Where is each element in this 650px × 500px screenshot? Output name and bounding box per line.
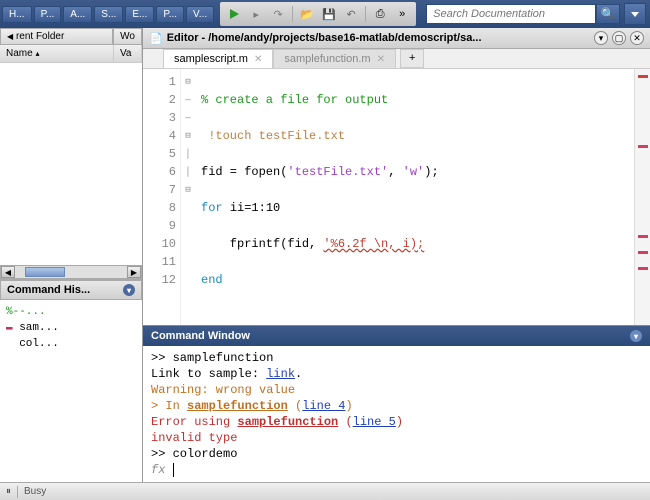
editor-titlebar: 📄 Editor - /home/andy/projects/base16-ma…	[143, 28, 650, 49]
command-history-body: %--... ▬ sam... col...	[0, 300, 142, 356]
tab-samplescript[interactable]: samplescript.m✕	[163, 49, 273, 68]
search-button[interactable]: 🔍	[596, 4, 620, 24]
tab-samplefunction[interactable]: samplefunction.m✕	[273, 49, 396, 68]
marker[interactable]	[638, 235, 648, 238]
command-history-panel: Command His... ▾ %--... ▬ sam... col...	[0, 279, 142, 482]
new-tab-button[interactable]: +	[400, 49, 424, 68]
panel-menu-icon[interactable]: ▾	[594, 31, 608, 45]
toolstrip-tab[interactable]: E...	[125, 6, 154, 23]
print-icon[interactable]: ⎙	[372, 6, 388, 22]
horizontal-scrollbar[interactable]: ◀ ▶	[0, 265, 142, 279]
history-item[interactable]: col...	[6, 336, 136, 352]
editor-title: Editor - /home/andy/projects/base16-matl…	[167, 32, 590, 44]
line-gutter: 123456789101112	[143, 69, 181, 325]
close-icon[interactable]: ✕	[630, 31, 644, 45]
command-window-body[interactable]: >> samplefunction Link to sample: link. …	[143, 346, 650, 482]
marker[interactable]	[638, 267, 648, 270]
file-tabs: samplescript.m✕ samplefunction.m✕ +	[143, 49, 650, 69]
link-line[interactable]: line 5	[353, 415, 396, 429]
folder-list	[0, 63, 142, 265]
link-line[interactable]: line 4	[302, 399, 345, 413]
status-bar: ⏸ Busy	[0, 482, 650, 500]
current-folder-tab[interactable]: ◀ rent Folder	[0, 28, 113, 45]
close-tab-icon[interactable]: ✕	[377, 54, 385, 65]
scroll-thumb[interactable]	[25, 267, 65, 277]
code-area[interactable]: % create a file for output !touch testFi…	[195, 69, 650, 325]
status-indicator-icon: ⏸	[6, 486, 11, 497]
toolstrip-tab[interactable]: V...	[186, 6, 214, 23]
editor-body[interactable]: 123456789101112 ⊟——⊟││ ⊟ % create a file…	[143, 69, 650, 325]
toolstrip-tab[interactable]: H...	[2, 6, 32, 23]
link-function[interactable]: samplefunction	[187, 399, 288, 413]
search-input[interactable]	[426, 4, 596, 24]
command-history-title: Command His... ▾	[0, 280, 142, 300]
command-window-panel: Command Window ▾ >> samplefunction Link …	[143, 325, 650, 482]
left-sidebar: ◀ rent Folder Wo Name ▴ Va ◀ ▶ Command H…	[0, 28, 143, 482]
undo-icon[interactable]: ↶	[343, 6, 359, 22]
open-icon[interactable]: 📂	[299, 6, 315, 22]
panel-menu-icon[interactable]: ▾	[630, 330, 642, 342]
panel-menu-icon[interactable]: ▾	[123, 284, 135, 296]
toolstrip-tab[interactable]: P...	[156, 6, 184, 23]
close-tab-icon[interactable]: ✕	[254, 54, 262, 65]
toolstrip-tab[interactable]: P...	[34, 6, 62, 23]
history-item[interactable]: %--...	[6, 304, 136, 320]
more-icon[interactable]: »	[394, 6, 410, 22]
run-icon[interactable]	[226, 6, 242, 22]
editor-icon: 📄	[149, 32, 163, 45]
folder-list-header: Name ▴ Va	[0, 45, 142, 63]
scroll-right-icon[interactable]: ▶	[127, 266, 141, 278]
step-icon[interactable]: ▸	[248, 6, 264, 22]
name-column[interactable]: Name ▴	[0, 45, 114, 62]
search-container: 🔍	[426, 4, 620, 24]
prompt-icon: fx	[151, 463, 165, 477]
message-bar	[634, 69, 650, 325]
toolstrip-tab[interactable]: A...	[63, 6, 92, 23]
link[interactable]: link	[266, 367, 295, 381]
scroll-left-icon[interactable]: ◀	[1, 266, 15, 278]
marker[interactable]	[638, 251, 648, 254]
value-column[interactable]: Va	[114, 45, 142, 62]
command-window-title: Command Window ▾	[143, 326, 650, 346]
run-toolbar: ▸ ↷ 📂 💾 ↶ ⎙ »	[220, 2, 416, 26]
marker[interactable]	[638, 145, 648, 148]
step-over-icon[interactable]: ↷	[270, 6, 286, 22]
history-item[interactable]: ▬ sam...	[6, 320, 136, 336]
link-function[interactable]: samplefunction	[237, 415, 338, 429]
top-toolbar: H...P...A...S...E...P...V... ▸ ↷ 📂 💾 ↶ ⎙…	[0, 0, 650, 28]
menu-dropdown-icon[interactable]	[624, 3, 646, 25]
toolstrip-tab[interactable]: S...	[94, 6, 123, 23]
save-icon[interactable]: 💾	[321, 6, 337, 22]
fold-column: ⊟——⊟││ ⊟	[181, 69, 195, 325]
workspace-tab[interactable]: Wo	[113, 28, 142, 45]
error-marker[interactable]	[638, 75, 648, 78]
maximize-icon[interactable]: ▢	[612, 31, 626, 45]
status-text: Busy	[24, 486, 46, 497]
